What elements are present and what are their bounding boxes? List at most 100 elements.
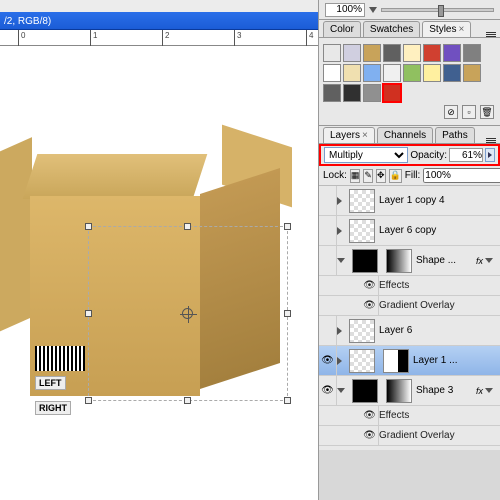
transform-handle-se[interactable] (284, 397, 291, 404)
layer-name[interactable]: Layer 6 copy (379, 225, 496, 236)
panel-menu-icon[interactable] (486, 32, 496, 37)
tab-channels[interactable]: Channels (377, 127, 433, 143)
style-swatch[interactable] (443, 64, 461, 82)
fx-badge[interactable]: fx (474, 386, 485, 396)
layer-row[interactable]: Layer 6 copy (319, 216, 500, 246)
style-swatch[interactable] (383, 64, 401, 82)
style-swatch[interactable] (423, 44, 441, 62)
style-swatch[interactable] (363, 64, 381, 82)
lock-move-icon[interactable]: ✥ (376, 169, 386, 183)
layer-effect-row[interactable]: Gradient Overlay (319, 426, 500, 446)
style-swatch[interactable] (323, 44, 341, 62)
opacity-arrow-icon[interactable] (485, 148, 495, 162)
layer-thumbnail[interactable] (349, 189, 375, 213)
tab-color[interactable]: Color (323, 21, 361, 37)
expand-icon[interactable] (337, 357, 342, 365)
expand-icon[interactable] (337, 227, 342, 235)
eye-icon (321, 385, 334, 396)
opacity-input[interactable] (449, 148, 483, 162)
transform-handle-e[interactable] (284, 310, 291, 317)
visibility-toggle[interactable] (319, 246, 337, 275)
style-swatch[interactable] (363, 84, 381, 102)
zoom-input[interactable] (325, 3, 365, 17)
layer-effect-row[interactable]: Effects (319, 276, 500, 296)
blend-mode-select[interactable]: NormalMultiplyScreenOverlay (324, 147, 408, 163)
zoom-dropdown-icon[interactable] (369, 7, 377, 13)
style-swatch[interactable] (343, 44, 361, 62)
layer-thumbnail[interactable] (349, 219, 375, 243)
close-icon[interactable]: × (362, 130, 368, 141)
style-trash-icon[interactable]: 🗑 (480, 105, 494, 119)
style-swatch[interactable] (343, 84, 361, 102)
chevron-down-icon[interactable] (485, 258, 493, 263)
visibility-toggle[interactable] (361, 406, 379, 425)
layer-name[interactable]: Layer 6 (379, 325, 496, 336)
style-swatch[interactable] (323, 64, 341, 82)
layer-thumbnail[interactable] (352, 249, 378, 273)
transform-handle-ne[interactable] (284, 223, 291, 230)
style-swatch[interactable] (323, 84, 341, 102)
style-swatch[interactable] (463, 64, 481, 82)
tab-paths[interactable]: Paths (435, 127, 475, 143)
style-swatch[interactable] (343, 64, 361, 82)
expand-icon[interactable] (337, 197, 342, 205)
chevron-down-icon[interactable] (485, 388, 493, 393)
style-swatch[interactable] (383, 44, 401, 62)
visibility-toggle[interactable] (319, 346, 337, 375)
style-new-icon[interactable]: ▫ (462, 105, 476, 119)
style-default-icon[interactable]: ⊘ (444, 105, 458, 119)
layer-row[interactable]: Shape 3fx (319, 376, 500, 406)
tab-styles[interactable]: Styles× (422, 21, 471, 37)
visibility-toggle[interactable] (319, 316, 337, 345)
layer-thumbnail[interactable] (352, 379, 378, 403)
layer-name[interactable]: Shape ... (416, 255, 474, 266)
fx-badge[interactable]: fx (474, 256, 485, 266)
layer-row[interactable]: Layer 1 ... (319, 346, 500, 376)
blend-opacity-row: NormalMultiplyScreenOverlay Opacity: (319, 144, 500, 166)
tab-layers[interactable]: Layers× (323, 127, 375, 143)
fill-input[interactable] (423, 168, 500, 183)
lock-transparency-icon[interactable]: ▦ (350, 169, 361, 183)
style-swatch[interactable] (383, 84, 401, 102)
layer-mask-thumbnail[interactable] (383, 349, 409, 373)
layer-row[interactable]: Layer 1 copy 4 (319, 186, 500, 216)
layer-thumbnail[interactable] (349, 349, 375, 373)
expand-icon[interactable] (337, 327, 342, 335)
layer-name[interactable]: Layer 1 copy 4 (379, 195, 496, 206)
layer-effect-row[interactable]: Gradient Overlay (319, 296, 500, 316)
lock-fill-row: Lock: ▦ ✎ ✥ 🔒 Fill: (319, 166, 500, 186)
document-canvas[interactable]: LEFT RIGHT (0, 46, 318, 500)
layer-row[interactable]: Layer 6 (319, 316, 500, 346)
close-icon[interactable]: × (459, 24, 465, 35)
lock-paint-icon[interactable]: ✎ (363, 169, 373, 183)
layer-list: Layer 1 copy 4Layer 6 copyShape ...fxEff… (319, 186, 500, 450)
style-swatch[interactable] (403, 64, 421, 82)
layer-mask-thumbnail[interactable] (386, 249, 412, 273)
visibility-toggle[interactable] (361, 296, 379, 315)
zoom-slider-knob[interactable] (438, 5, 444, 17)
layer-name[interactable]: Layer 1 ... (413, 355, 496, 366)
visibility-toggle[interactable] (319, 216, 337, 245)
layer-name[interactable]: Shape 3 (416, 385, 474, 396)
style-swatch[interactable] (443, 44, 461, 62)
expand-icon[interactable] (337, 258, 345, 263)
horizontal-ruler[interactable]: 0 1 2 3 4 (0, 30, 318, 46)
layer-mask-thumbnail[interactable] (386, 379, 412, 403)
visibility-toggle[interactable] (361, 426, 379, 445)
visibility-toggle[interactable] (319, 186, 337, 215)
visibility-toggle[interactable] (319, 376, 337, 405)
tab-swatches[interactable]: Swatches (363, 21, 420, 37)
zoom-slider[interactable] (381, 8, 494, 12)
eye-icon (363, 430, 376, 441)
style-swatch[interactable] (423, 64, 441, 82)
style-swatch[interactable] (463, 44, 481, 62)
layer-thumbnail[interactable] (349, 319, 375, 343)
lock-all-icon[interactable]: 🔒 (389, 169, 402, 183)
visibility-toggle[interactable] (361, 276, 379, 295)
expand-icon[interactable] (337, 388, 345, 393)
style-swatch[interactable] (403, 44, 421, 62)
layer-effect-row[interactable]: Effects (319, 406, 500, 426)
panel-menu-icon[interactable] (486, 138, 496, 143)
style-swatch[interactable] (363, 44, 381, 62)
layer-row[interactable]: Shape ...fx (319, 246, 500, 276)
